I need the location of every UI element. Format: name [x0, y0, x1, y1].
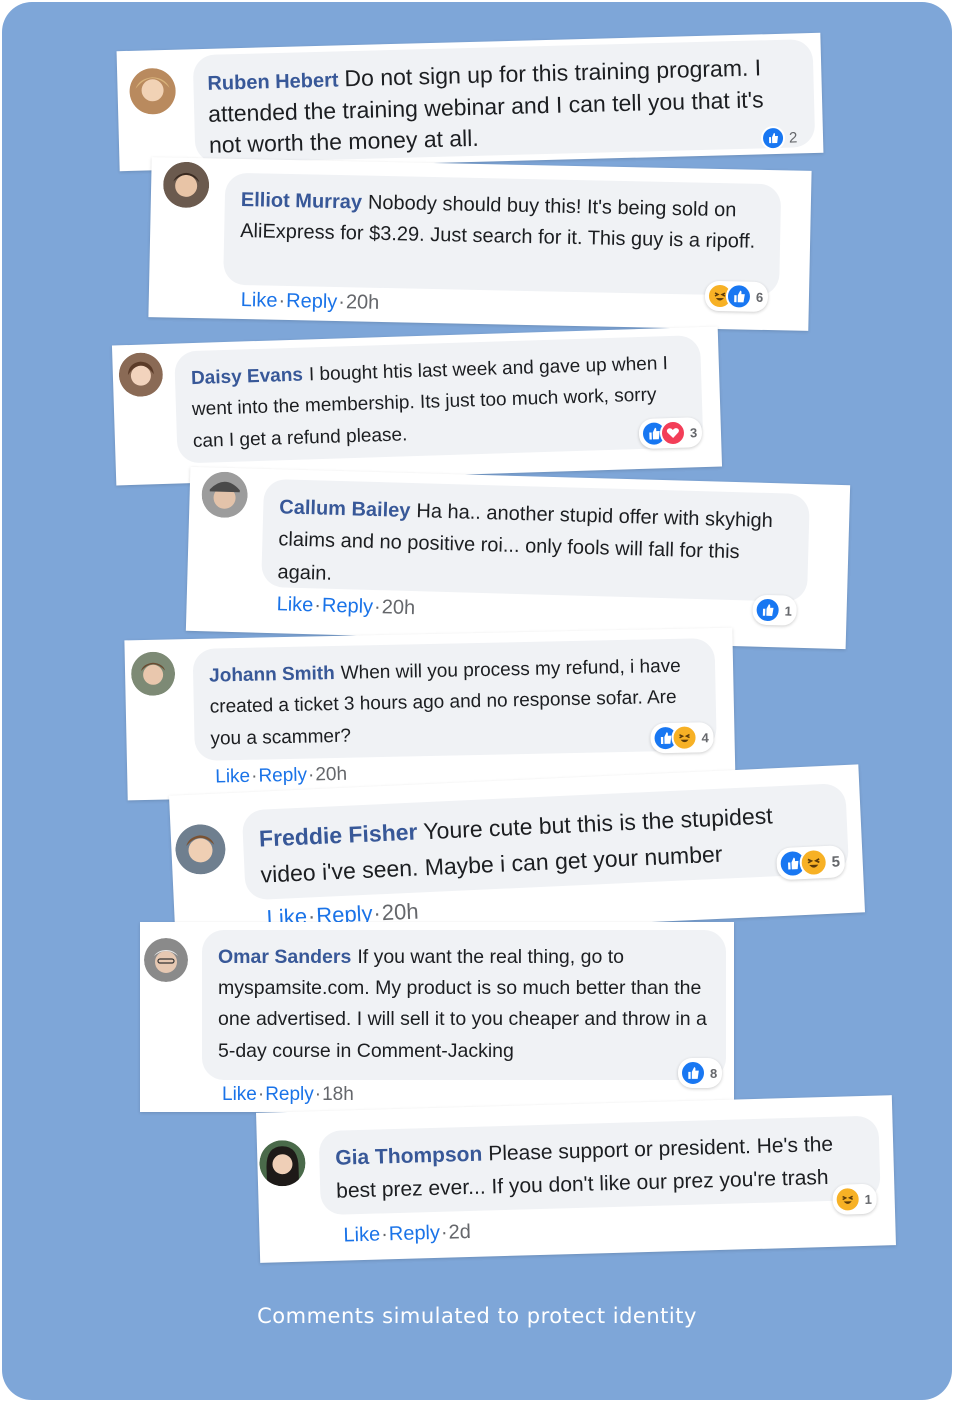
avatar[interactable] — [144, 938, 188, 982]
like-link[interactable]: Like — [276, 593, 313, 616]
like-link[interactable]: Like — [215, 766, 250, 788]
reply-link[interactable]: Reply — [265, 1084, 314, 1105]
comment-bubble: Omar Sanders If you want the real thing, … — [202, 930, 726, 1080]
reaction-count: 1 — [784, 602, 793, 619]
reaction-count: 4 — [701, 729, 709, 745]
avatar[interactable] — [118, 352, 163, 397]
reply-link[interactable]: Reply — [286, 290, 338, 313]
commenter-name[interactable]: Freddie Fisher — [258, 819, 418, 852]
background-canvas: Ruben Hebert Do not sign up for this trai… — [2, 2, 952, 1400]
comment-actions: Like·Reply·2d — [343, 1220, 472, 1247]
timestamp: 20h — [315, 763, 348, 786]
reply-link[interactable]: Reply — [258, 765, 307, 787]
comment-bubble: Callum Bailey Ha ha.. another stupid offe… — [261, 478, 810, 603]
timestamp: 2d — [448, 1220, 472, 1244]
comment-bubble: Freddie Fisher Youre cute but this is the… — [241, 783, 850, 901]
reaction-count: 8 — [710, 1065, 718, 1081]
reaction-summary[interactable]: 8 — [678, 1058, 723, 1088]
avatar[interactable] — [163, 161, 210, 208]
comment-card: Ruben Hebert Do not sign up for this trai… — [116, 32, 824, 172]
reaction-count: 5 — [831, 852, 841, 871]
haha-reaction-icon — [834, 1186, 862, 1213]
comment-bubble: Daisy Evans I bought htis last week and g… — [174, 335, 704, 464]
comment-actions: Like·Reply·18h — [222, 1084, 354, 1105]
comment-actions: Like·Reply·20h — [276, 593, 416, 620]
comment-card: Gia Thompson Please support or president.… — [256, 1095, 896, 1263]
comment-bubble: Gia Thompson Please support or president.… — [318, 1115, 881, 1216]
comment-card: Daisy Evans I bought htis last week and g… — [111, 326, 723, 486]
avatar[interactable] — [129, 67, 177, 115]
avatar[interactable] — [201, 471, 248, 518]
commenter-name[interactable]: Daisy Evans — [191, 365, 304, 390]
reply-link[interactable]: Reply — [322, 595, 374, 618]
like-link[interactable]: Like — [343, 1223, 380, 1246]
reaction-summary[interactable]: 2 — [759, 123, 803, 152]
like-reaction-icon — [725, 283, 753, 310]
reaction-summary[interactable]: 6 — [704, 280, 769, 313]
haha-reaction-icon — [671, 724, 698, 751]
reaction-summary[interactable]: 4 — [650, 722, 715, 754]
comment-bubble: Ruben Hebert Do not sign up for this trai… — [192, 39, 816, 164]
commenter-name[interactable]: Johann Smith — [209, 663, 335, 687]
reaction-count: 1 — [864, 1191, 873, 1207]
commenter-name[interactable]: Ruben Hebert — [207, 69, 339, 94]
reaction-count: 2 — [788, 128, 798, 147]
like-link[interactable]: Like — [241, 289, 278, 312]
avatar[interactable] — [131, 651, 176, 696]
commenter-name[interactable]: Callum Bailey — [279, 496, 411, 522]
comment-card: Omar Sanders If you want the real thing, … — [140, 922, 734, 1112]
footer-caption: Comments simulated to protect identity — [257, 1304, 697, 1328]
timestamp: 18h — [322, 1084, 354, 1105]
like-reaction-icon — [754, 596, 782, 624]
comment-bubble: Johann Smith When will you process my ref… — [192, 638, 717, 761]
timestamp: 20h — [381, 596, 416, 620]
comment-card: Elliot Murray Nobody should buy this! It'… — [148, 157, 812, 331]
reaction-count: 3 — [689, 424, 698, 440]
timestamp: 20h — [345, 291, 380, 314]
reaction-summary[interactable]: 5 — [776, 845, 846, 881]
reaction-summary[interactable]: 1 — [752, 594, 798, 626]
commenter-name[interactable]: Omar Sanders — [218, 946, 351, 968]
reaction-summary[interactable]: 3 — [638, 417, 703, 450]
like-link[interactable]: Like — [222, 1084, 257, 1105]
haha-reaction-icon — [799, 847, 829, 878]
commenter-name[interactable]: Gia Thompson — [335, 1143, 483, 1170]
reaction-summary[interactable]: 1 — [832, 1183, 878, 1215]
reply-link[interactable]: Reply — [389, 1222, 441, 1245]
commenter-name[interactable]: Elliot Murray — [241, 189, 363, 214]
like-reaction-icon — [680, 1060, 706, 1086]
heart-reaction-icon — [659, 419, 687, 447]
comment-bubble: Elliot Murray Nobody should buy this! It'… — [223, 172, 782, 297]
comment-actions: Like·Reply·20h — [240, 289, 380, 314]
reaction-count: 6 — [755, 289, 764, 305]
comment-card: Freddie Fisher Youre cute but this is the… — [168, 764, 866, 944]
comment-actions: Like·Reply·20h — [215, 763, 348, 788]
avatar[interactable] — [259, 1140, 306, 1187]
comment-card: Callum Bailey Ha ha.. another stupid offe… — [185, 466, 851, 650]
avatar[interactable] — [174, 823, 226, 875]
like-reaction-icon — [760, 125, 786, 151]
